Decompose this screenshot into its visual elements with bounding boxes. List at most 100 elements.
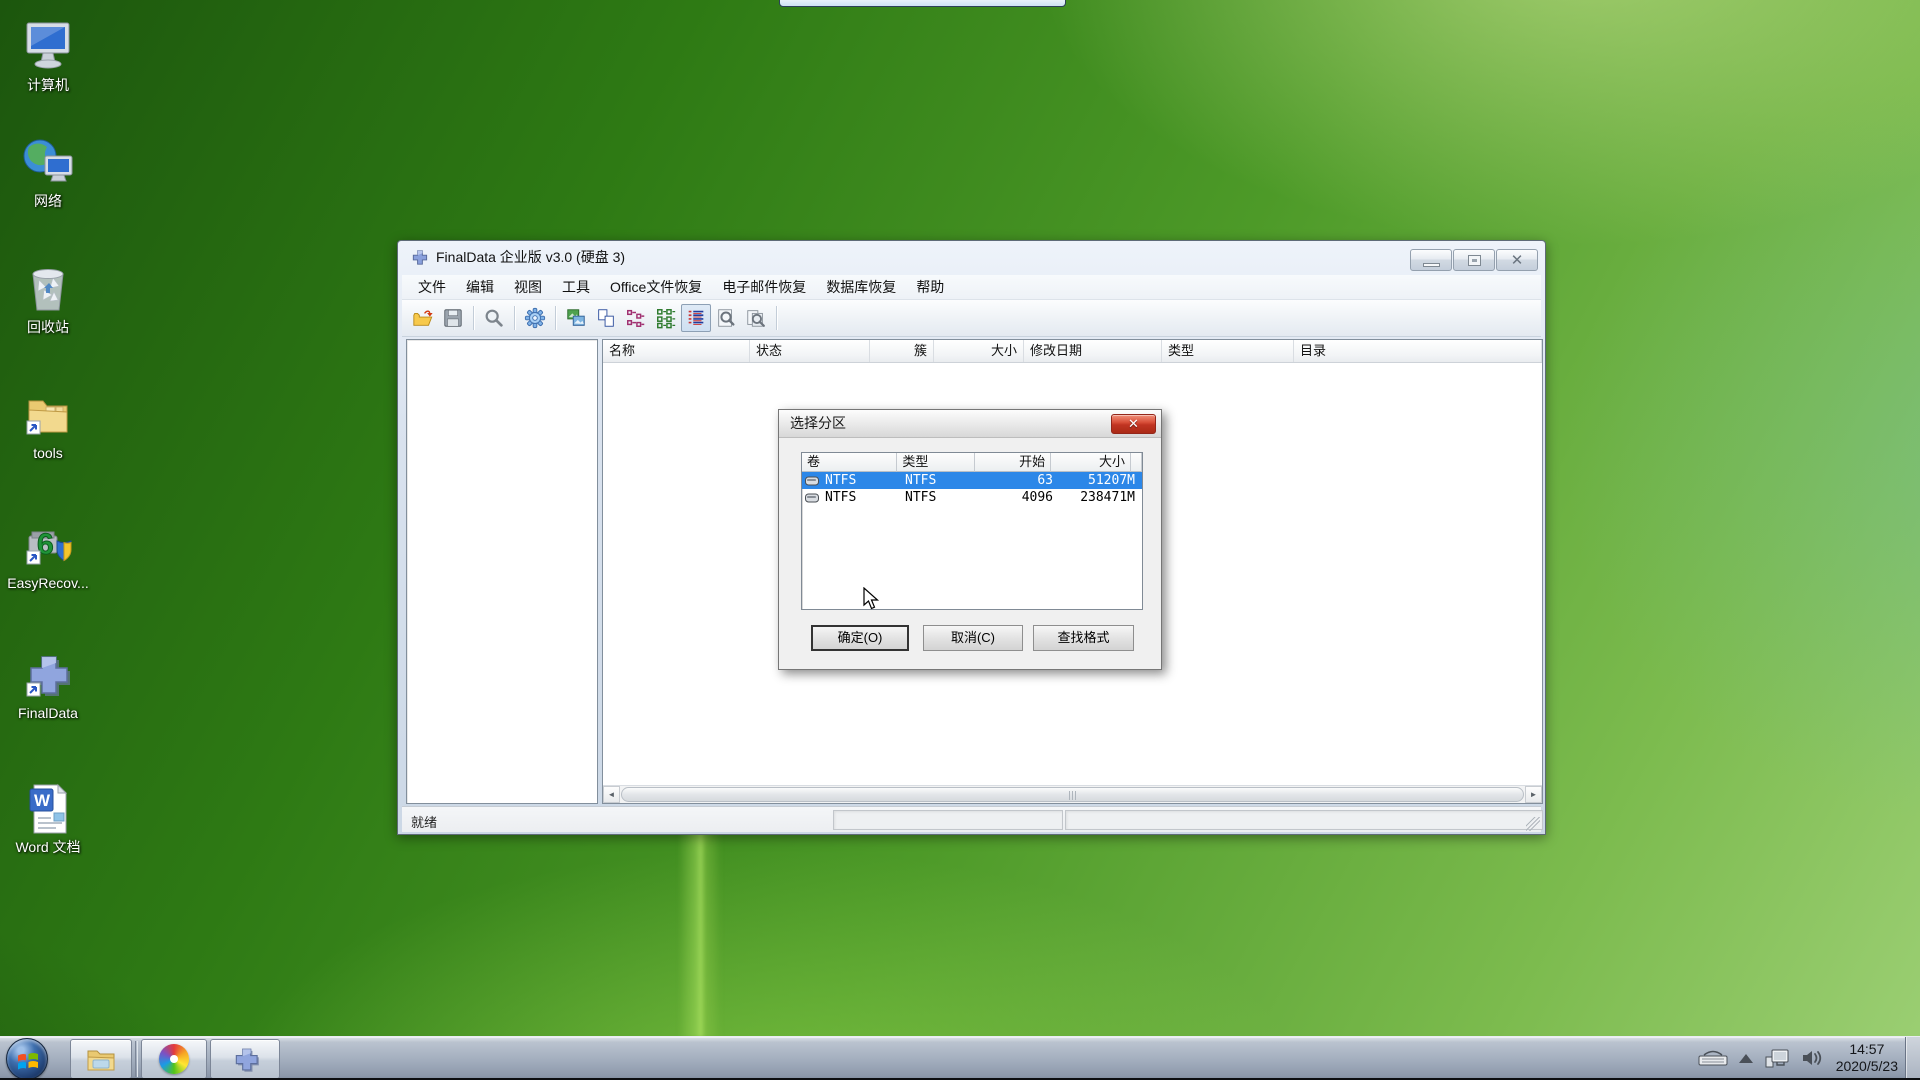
menu-office-recovery[interactable]: Office文件恢复 bbox=[600, 276, 712, 299]
scrollbar-thumb[interactable] bbox=[621, 787, 1524, 802]
desktop-icon-label: EasyRecov... bbox=[7, 575, 89, 591]
column-type[interactable]: 类型 bbox=[897, 453, 976, 472]
small-icons-view-button[interactable] bbox=[621, 304, 651, 332]
status-panel bbox=[833, 810, 1063, 830]
scroll-right-arrow[interactable]: ► bbox=[1525, 786, 1542, 803]
open-folder-icon bbox=[413, 310, 433, 326]
taskbar-browser-button[interactable] bbox=[141, 1039, 207, 1079]
menu-tools[interactable]: 工具 bbox=[552, 276, 600, 299]
mouse-cursor bbox=[863, 587, 880, 610]
column-size[interactable]: 大小 bbox=[1051, 453, 1132, 472]
find-format-button[interactable]: 查找格式 bbox=[1033, 625, 1134, 651]
scroll-left-arrow[interactable]: ◄ bbox=[603, 786, 620, 803]
zoom-document-button[interactable] bbox=[711, 304, 741, 332]
finaldata-app-icon bbox=[412, 250, 428, 265]
details-view-button[interactable] bbox=[681, 304, 711, 332]
image-view-button[interactable] bbox=[561, 304, 591, 332]
explorer-folder-icon bbox=[87, 1050, 115, 1071]
settings-button[interactable] bbox=[520, 304, 550, 332]
menu-file[interactable]: 文件 bbox=[408, 276, 456, 299]
desktop-icon-label: 回收站 bbox=[27, 319, 69, 335]
desktop-icon-word-document[interactable]: W Word 文档 bbox=[0, 780, 96, 855]
volume-icon[interactable] bbox=[1801, 1048, 1825, 1068]
toolbar-separator bbox=[473, 306, 474, 330]
horizontal-scrollbar[interactable]: ◄ ► bbox=[603, 785, 1542, 803]
search-button[interactable] bbox=[479, 304, 509, 332]
menu-edit[interactable]: 编辑 bbox=[456, 276, 504, 299]
column-status[interactable]: 状态 bbox=[750, 340, 870, 362]
start-button[interactable] bbox=[6, 1038, 48, 1080]
column-type[interactable]: 类型 bbox=[1162, 340, 1294, 362]
dialog-titlebar[interactable]: 选择分区 ✕ bbox=[779, 410, 1161, 438]
large-icons-view-button[interactable] bbox=[651, 304, 681, 332]
desktop-icon-label: 计算机 bbox=[27, 77, 69, 93]
column-volume[interactable]: 卷 bbox=[802, 453, 898, 472]
finaldata-icon bbox=[26, 656, 70, 697]
find-document-icon bbox=[747, 310, 765, 327]
taskbar-finaldata-button[interactable] bbox=[210, 1039, 280, 1079]
maximize-button[interactable] bbox=[1453, 249, 1495, 271]
menu-database-recovery[interactable]: 数据库恢复 bbox=[816, 276, 906, 299]
close-button[interactable]: ✕ bbox=[1496, 249, 1538, 271]
desktop-icon-label: 网络 bbox=[34, 193, 62, 209]
desktop-icon-label: FinalData bbox=[18, 705, 78, 721]
desktop-icon-computer[interactable]: 计算机 bbox=[0, 18, 96, 93]
desktop-icon-finaldata[interactable]: FinalData bbox=[0, 646, 96, 721]
copy-pages-icon bbox=[598, 309, 614, 327]
desktop-icon-recycle-bin[interactable]: 回收站 bbox=[0, 260, 96, 335]
desktop-icon-label: Word 文档 bbox=[15, 839, 81, 855]
minimize-button[interactable] bbox=[1410, 249, 1452, 271]
details-view-icon bbox=[688, 310, 704, 325]
column-size[interactable]: 大小 bbox=[934, 340, 1024, 362]
partition-row-selected[interactable]: NTFS NTFS 63 51207M bbox=[802, 472, 1142, 489]
taskbar-explorer-button[interactable] bbox=[70, 1039, 132, 1079]
save-button[interactable] bbox=[438, 304, 468, 332]
cell-start: 63 bbox=[1037, 473, 1053, 488]
folder-shortcut-icon bbox=[26, 400, 68, 435]
desktop-icon-network[interactable]: 网络 bbox=[0, 134, 96, 209]
column-cluster[interactable]: 簇 bbox=[870, 340, 934, 362]
finaldata-icon bbox=[235, 1048, 259, 1072]
word-document-icon: W bbox=[29, 783, 68, 834]
cell-type: NTFS bbox=[905, 490, 937, 505]
network-icon bbox=[23, 139, 73, 182]
input-keyboard-icon[interactable] bbox=[1698, 1050, 1728, 1066]
network-status-icon[interactable] bbox=[1764, 1048, 1790, 1068]
column-modified-date[interactable]: 修改日期 bbox=[1024, 340, 1162, 362]
small-icons-view-icon bbox=[627, 309, 645, 327]
menu-help[interactable]: 帮助 bbox=[906, 276, 954, 299]
desktop: 计算机 网络 回收站 tools 6 EasyRecov... FinalDat… bbox=[0, 0, 1920, 1080]
cell-volume: NTFS bbox=[825, 473, 857, 488]
desktop-icon-label: tools bbox=[33, 445, 63, 461]
resize-grip[interactable] bbox=[1526, 817, 1540, 831]
cancel-button[interactable]: 取消(C) bbox=[923, 625, 1023, 651]
copy-pages-button[interactable] bbox=[591, 304, 621, 332]
taskbar-clock[interactable]: 14:57 2020/5/23 bbox=[1836, 1041, 1902, 1075]
column-name[interactable]: 名称 bbox=[603, 340, 750, 362]
menu-bar: 文件 编辑 视图 工具 Office文件恢复 电子邮件恢复 数据库恢复 帮助 bbox=[402, 275, 1541, 300]
toolbar-separator bbox=[514, 306, 515, 330]
column-start[interactable]: 开始 bbox=[975, 453, 1052, 472]
toolbar-separator bbox=[776, 306, 777, 330]
ok-button[interactable]: 确定(O) bbox=[811, 625, 909, 651]
disk-icon bbox=[805, 493, 819, 502]
column-directory[interactable]: 目录 bbox=[1294, 340, 1542, 362]
partition-row[interactable]: NTFS NTFS 4096 238471M bbox=[802, 489, 1142, 506]
open-folder-button[interactable] bbox=[408, 304, 438, 332]
toolbar bbox=[402, 300, 1541, 337]
image-view-icon bbox=[567, 309, 585, 326]
directory-tree-pane[interactable] bbox=[406, 339, 598, 804]
find-document-button[interactable] bbox=[741, 304, 771, 332]
menu-email-recovery[interactable]: 电子邮件恢复 bbox=[712, 276, 816, 299]
window-titlebar[interactable]: FinalData 企业版 v3.0 (硬盘 3) ✕ bbox=[398, 241, 1545, 275]
menu-view[interactable]: 视图 bbox=[504, 276, 552, 299]
desktop-icon-tools-folder[interactable]: tools bbox=[0, 386, 96, 461]
show-desktop-button[interactable] bbox=[1905, 1037, 1920, 1079]
easyrecovery-icon: 6 bbox=[26, 528, 72, 565]
desktop-icon-easyrecovery[interactable]: 6 EasyRecov... bbox=[0, 516, 96, 592]
dialog-close-button[interactable]: ✕ bbox=[1111, 414, 1156, 434]
partition-list[interactable]: 卷 类型 开始 大小 NTFS NTFS 63 51207M NTFS NTFS… bbox=[801, 452, 1143, 610]
hidden-window-edge[interactable] bbox=[779, 0, 1066, 7]
list-header: 名称 状态 簇 大小 修改日期 类型 目录 bbox=[603, 340, 1542, 363]
show-hidden-icons-button[interactable] bbox=[1738, 1053, 1753, 1063]
